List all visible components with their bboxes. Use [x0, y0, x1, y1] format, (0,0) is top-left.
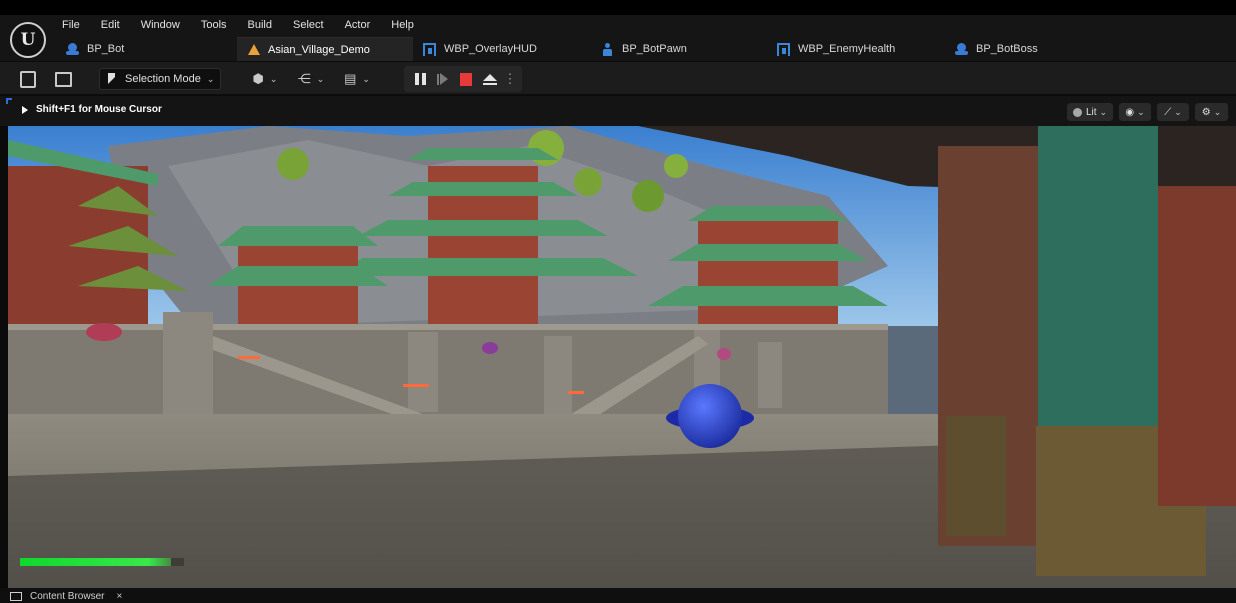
- chevron-down-icon: ⌄: [1174, 106, 1182, 117]
- add-cube-icon: ⬢: [252, 71, 264, 86]
- menu-window[interactable]: Window: [141, 17, 180, 33]
- cinematics-button[interactable]: ▤ ⌄: [340, 68, 374, 90]
- hint-text: Shift+F1 for Mouse Cursor: [36, 104, 162, 115]
- more-options-icon[interactable]: ⋮: [504, 70, 517, 88]
- blueprint-icon: [66, 42, 79, 56]
- blueprints-button[interactable]: ⋲ ⌄: [294, 68, 328, 90]
- lit-sphere-icon: [1072, 107, 1082, 117]
- play-arrow-icon: [22, 105, 28, 114]
- menu-build[interactable]: Build: [248, 17, 272, 33]
- mouse-cursor-hint: Shift+F1 for Mouse Cursor: [22, 104, 162, 115]
- chevron-down-icon: ⌄: [1137, 106, 1145, 117]
- chevron-down-icon: ⌄: [206, 73, 215, 84]
- close-icon[interactable]: ×: [116, 591, 122, 602]
- menu-bar: File Edit Window Tools Build Select Acto…: [62, 17, 435, 33]
- pawn-icon: [601, 42, 614, 56]
- clapperboard-icon: ▤: [344, 71, 357, 86]
- selection-mode-label: Selection Mode: [125, 73, 201, 85]
- tab-bp-bot[interactable]: BP_Bot: [56, 37, 237, 61]
- visualizer-button[interactable]: ⟋ ⌄: [1157, 103, 1189, 121]
- title-bar: U File Edit Window Tools Build Select Ac…: [0, 15, 1236, 61]
- widget-blueprint-icon: [423, 42, 436, 56]
- player-health-bar: [20, 558, 184, 566]
- viewport-header: Shift+F1 for Mouse Cursor Lit ⌄ ◉ ⌄ ⟋ ⌄ ⚙ ⌄: [0, 96, 1236, 126]
- chevron-down-icon: ⌄: [1099, 106, 1108, 117]
- menu-file[interactable]: File: [62, 17, 80, 33]
- blueprint-icon: [955, 42, 968, 56]
- play-controls: ⋮: [404, 66, 522, 92]
- bottom-panel-strip: Content Browser ×: [0, 588, 1236, 603]
- chevron-down-icon: ⌄: [316, 73, 325, 84]
- tab-label: Asian_Village_Demo: [268, 43, 370, 56]
- menu-select[interactable]: Select: [293, 17, 324, 33]
- tab-wbp-enemyhealth[interactable]: WBP_EnemyHealth: [767, 37, 945, 61]
- tab-label: BP_BotBoss: [976, 43, 1038, 55]
- content-browser-label: Content Browser: [30, 591, 105, 602]
- health-fill: [20, 558, 171, 566]
- tab-label: BP_BotPawn: [622, 43, 687, 55]
- content-browse-icon[interactable]: [52, 68, 74, 90]
- main-toolbar: Selection Mode ⌄ ⬢ ⌄ ⋲ ⌄ ▤ ⌄ ⋮: [0, 61, 1236, 95]
- menu-tools[interactable]: Tools: [201, 17, 227, 33]
- tab-wbp-overlayhud[interactable]: WBP_OverlayHUD: [413, 37, 591, 61]
- tab-bp-botboss[interactable]: BP_BotBoss: [945, 37, 1095, 61]
- stop-icon[interactable]: [458, 70, 474, 88]
- chevron-down-icon: ⌄: [1213, 106, 1222, 117]
- frame-skip-icon[interactable]: [434, 70, 450, 88]
- eye-icon: ◉: [1125, 106, 1135, 118]
- window-top-strip: [0, 0, 1236, 15]
- menu-actor[interactable]: Actor: [345, 17, 371, 33]
- chevron-down-icon: ⌄: [362, 73, 370, 84]
- visualizer-icon: ⟋: [1164, 106, 1172, 118]
- chevron-down-icon: ⌄: [269, 73, 278, 84]
- eject-icon[interactable]: [481, 70, 499, 88]
- unreal-logo-icon[interactable]: U: [10, 22, 46, 58]
- content-browser-icon: [10, 592, 22, 601]
- level-icon: [247, 43, 260, 56]
- game-viewport[interactable]: [8, 126, 1236, 588]
- blueprint-graph-icon: ⋲: [297, 71, 311, 86]
- cursor-arrow-icon: [108, 73, 118, 85]
- document-tabs: BP_Bot Asian_Village_Demo WBP_OverlayHUD…: [56, 37, 1095, 61]
- tab-label: BP_Bot: [87, 43, 125, 55]
- selection-mode-dropdown[interactable]: Selection Mode ⌄: [99, 68, 221, 90]
- tab-bp-botpawn[interactable]: BP_BotPawn: [591, 37, 767, 61]
- viewport-settings-button[interactable]: ⚙ ⌄: [1195, 103, 1228, 121]
- viewport-scene: [8, 126, 1236, 588]
- viewport-focus-corner: [6, 98, 12, 104]
- widget-blueprint-icon: [777, 42, 790, 56]
- pause-icon[interactable]: [412, 70, 428, 88]
- menu-edit[interactable]: Edit: [101, 17, 120, 33]
- tab-label: WBP_EnemyHealth: [798, 43, 896, 55]
- tab-label: WBP_OverlayHUD: [444, 43, 537, 55]
- save-icon[interactable]: [18, 68, 38, 90]
- show-flags-button[interactable]: ◉ ⌄: [1119, 103, 1151, 121]
- gear-icon: ⚙: [1201, 106, 1211, 118]
- menu-help[interactable]: Help: [391, 17, 414, 33]
- tab-asian-village-demo[interactable]: Asian_Village_Demo: [237, 37, 413, 61]
- view-mode-label: Lit: [1085, 106, 1097, 118]
- add-actor-button[interactable]: ⬢ ⌄: [248, 68, 282, 90]
- view-mode-button[interactable]: Lit ⌄: [1067, 103, 1113, 121]
- content-browser-tab[interactable]: Content Browser ×: [10, 590, 122, 603]
